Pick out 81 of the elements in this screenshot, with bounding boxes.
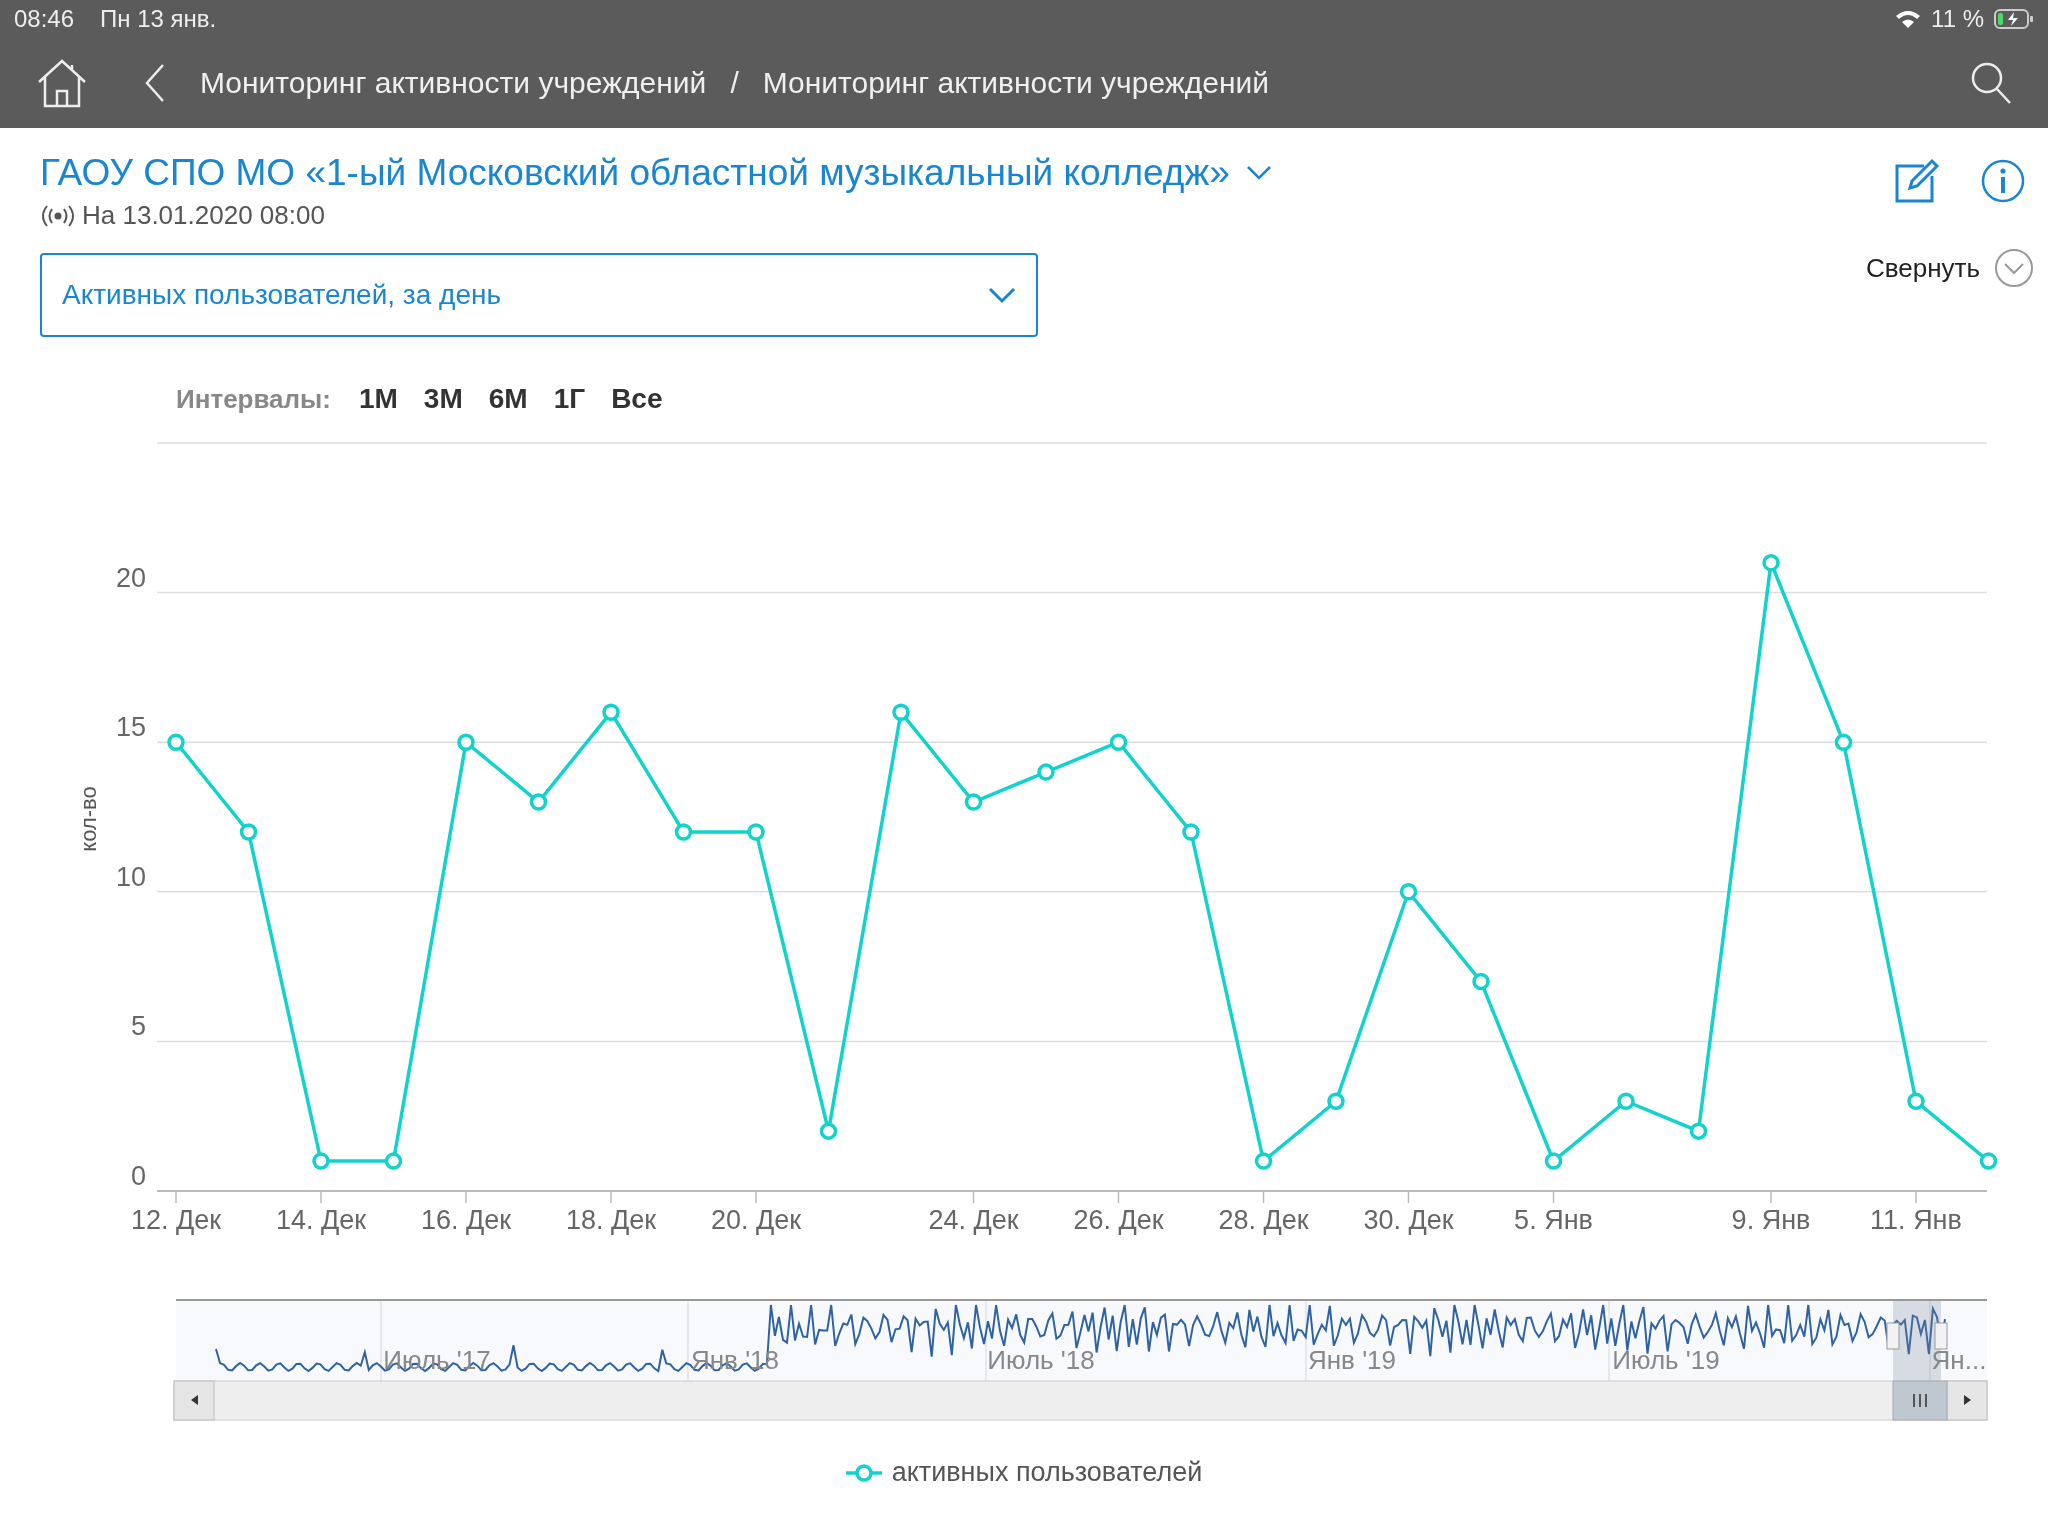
legend-marker-icon [845, 1462, 882, 1483]
breadcrumb-link[interactable]: Мониторинг активности учреждений [200, 66, 707, 100]
data-point [1254, 1152, 1273, 1170]
data-point [1472, 972, 1490, 991]
data-point [1182, 823, 1200, 841]
navigator-handle[interactable] [1934, 1322, 1948, 1350]
data-point [1037, 763, 1055, 781]
x-axis-label: 14. Дек [275, 1205, 367, 1235]
x-axis-label: 11. Янв [1870, 1205, 1962, 1235]
scroll-right-button[interactable] [1946, 1380, 1988, 1421]
organization-title[interactable]: ГАОУ СПО МО «1-ый Московский областной музыкальный колледж» [40, 152, 1230, 194]
x-axis-label: 20. Дек [710, 1205, 802, 1235]
data-point [312, 1152, 330, 1170]
x-axis-label: 18. Дек [565, 1205, 657, 1235]
data-point [1762, 553, 1780, 572]
status-date: Пн 13 янв. [100, 5, 217, 33]
update-time: На 13.01.2020 08:00 [82, 200, 325, 231]
metric-dropdown[interactable]: Активных пользователей, за день [40, 253, 1038, 337]
chevron-down-icon [988, 286, 1016, 304]
data-point [892, 703, 910, 722]
data-point [457, 733, 475, 751]
interval-button[interactable]: 1М [358, 383, 398, 415]
y-axis-label: 10 [115, 861, 146, 892]
battery-icon [1994, 8, 2034, 30]
search-icon[interactable] [1970, 61, 2012, 105]
y-axis-label: 20 [115, 562, 146, 593]
x-axis-label: 30. Дек [1363, 1205, 1454, 1235]
x-axis-label: 5. Янв [1514, 1205, 1593, 1235]
data-point [1109, 733, 1128, 751]
interval-button[interactable]: 1Г [553, 383, 586, 415]
collapse-link[interactable]: Свернуть [1865, 252, 1980, 284]
data-point [1689, 1122, 1708, 1140]
data-point [384, 1152, 403, 1170]
data-point [1399, 883, 1418, 901]
data-point [1979, 1152, 1998, 1170]
data-point [602, 703, 620, 722]
data-point [819, 1122, 838, 1140]
breadcrumb-current: Мониторинг активности учреждений [762, 66, 1270, 100]
x-axis-label: 12. Дек [130, 1205, 222, 1235]
interval-button[interactable]: 6М [488, 383, 528, 415]
x-axis-label: 28. Дек [1218, 1205, 1309, 1235]
data-point [747, 823, 765, 841]
battery-percent: 11 % [1931, 5, 1984, 33]
navigator-label: Ян... [1931, 1345, 1987, 1375]
scrollbar-thumb[interactable] [1892, 1380, 1948, 1421]
wifi-icon [1895, 9, 1922, 29]
x-axis-label: 9. Янв [1731, 1205, 1811, 1235]
legend-label[interactable]: активных пользователей [891, 1457, 1203, 1488]
collapse-icon[interactable] [1994, 248, 2034, 288]
data-point [167, 733, 185, 751]
breadcrumb-separator: / [730, 66, 739, 100]
data-point [1327, 1092, 1345, 1110]
x-axis-label: 16. Дек [420, 1205, 512, 1235]
y-axis-label: 0 [130, 1161, 146, 1191]
data-point [529, 793, 548, 811]
edit-icon[interactable] [1894, 158, 1940, 204]
x-axis-label: 26. Дек [1073, 1205, 1164, 1235]
navigator-label: Янв '19 [1307, 1345, 1397, 1375]
navigator-handle[interactable] [1886, 1322, 1900, 1350]
interval-button[interactable]: Все [611, 383, 663, 415]
navigator-label: Июль '19 [1612, 1345, 1720, 1375]
x-axis-label: 24. Дек [928, 1205, 1019, 1235]
chevron-down-icon[interactable] [1245, 165, 1272, 181]
data-point [964, 793, 983, 811]
data-point [239, 823, 258, 841]
data-point [1544, 1152, 1563, 1170]
status-time: 08:46 [14, 5, 75, 33]
data-point [674, 823, 693, 841]
data-point [1617, 1092, 1635, 1110]
home-icon[interactable] [36, 58, 88, 108]
scroll-left-button[interactable] [173, 1380, 215, 1421]
y-axis-label: 5 [130, 1011, 146, 1042]
back-icon[interactable] [144, 63, 166, 103]
y-axis-title: кол-во [76, 786, 101, 852]
info-icon[interactable] [1980, 158, 2026, 204]
data-point [1907, 1092, 1925, 1110]
y-axis-label: 15 [115, 712, 146, 743]
navigator-label: Июль '18 [987, 1345, 1095, 1375]
interval-button[interactable]: 3М [423, 383, 463, 415]
intervals-label: Интервалы: [176, 383, 331, 415]
data-point [1834, 733, 1853, 751]
